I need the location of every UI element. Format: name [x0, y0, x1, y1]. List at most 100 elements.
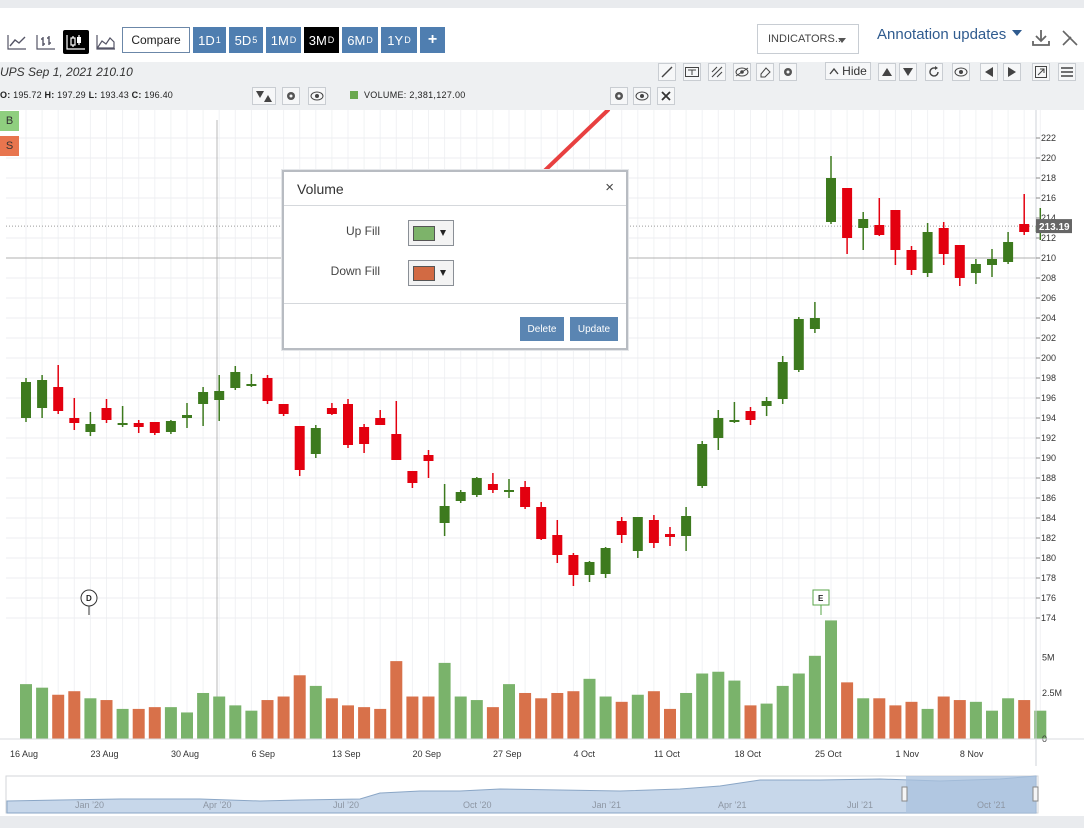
eraser-icon[interactable]: [756, 63, 774, 81]
period-label: 1Y: [387, 32, 404, 48]
indicators-dropdown[interactable]: INDICATORS...: [757, 24, 859, 54]
volume-bar: [760, 703, 773, 739]
volume-close-icon[interactable]: [657, 87, 675, 105]
download-icon[interactable]: [1031, 28, 1051, 53]
up-fill-color-picker[interactable]: [408, 220, 454, 246]
delete-button[interactable]: Delete: [520, 317, 564, 341]
candle-body: [858, 219, 869, 228]
move-down-icon[interactable]: [899, 63, 917, 81]
close-icon[interactable]: ×: [605, 179, 614, 196]
volume-bar: [873, 698, 886, 739]
candle-body: [455, 492, 466, 501]
move-up-icon[interactable]: [878, 63, 896, 81]
visibility-toggle-icon[interactable]: [733, 63, 751, 81]
volume-bar: [728, 680, 741, 739]
period-button-6m[interactable]: 6M D: [342, 27, 378, 53]
buy-button[interactable]: B: [0, 111, 19, 131]
trendline-tool-icon[interactable]: [658, 63, 676, 81]
more-menu-icon[interactable]: [1060, 28, 1080, 53]
date-tick-label: 30 Aug: [171, 749, 199, 759]
date-tick-label: 16 Aug: [10, 749, 38, 759]
scroll-left-icon[interactable]: [980, 63, 998, 81]
candle-body: [890, 210, 901, 250]
annotation-updates-menu[interactable]: Annotation updates: [877, 26, 1023, 43]
area-chart-icon[interactable]: [95, 32, 117, 52]
bar-chart-icon[interactable]: [35, 32, 57, 52]
export-image-icon[interactable]: [1032, 63, 1050, 81]
ohlc-readout: O: 195.72 H: 197.29 L: 193.43 C: 196.40: [0, 90, 173, 100]
eye-icon[interactable]: [952, 63, 970, 81]
candle-body: [826, 178, 836, 222]
volume-bar: [148, 707, 161, 739]
price-tick-label: 178: [1041, 573, 1056, 583]
date-tick-label: 4 Oct: [574, 749, 596, 759]
fibonacci-tool-icon[interactable]: [708, 63, 726, 81]
up-fill-label: Up Fill: [345, 224, 380, 238]
volume-eye-icon[interactable]: [633, 87, 651, 105]
candle-body: [793, 319, 804, 370]
candle-body: [375, 418, 386, 425]
top-strip: [0, 0, 1084, 8]
volume-gear-icon[interactable]: [610, 87, 628, 105]
volume-bar: [857, 698, 870, 739]
period-label: 6M: [347, 32, 366, 48]
menu-icon[interactable]: [1058, 63, 1076, 81]
volume-bar: [776, 685, 789, 739]
add-period-button[interactable]: +: [420, 27, 445, 53]
date-tick-label: 6 Sep: [252, 749, 276, 759]
scroll-right-icon[interactable]: [1003, 63, 1021, 81]
candle-body: [133, 423, 144, 427]
volume-bar: [937, 696, 950, 739]
price-tick-label: 216: [1041, 193, 1056, 203]
down-fill-label: Down Fill: [330, 264, 380, 278]
navigator-selection: [906, 776, 1036, 813]
price-tick-label: 194: [1041, 413, 1056, 423]
ohlc-open: 195.72: [13, 90, 42, 100]
candle-body: [214, 391, 225, 400]
line-chart-icon[interactable]: [6, 32, 28, 52]
refresh-icon[interactable]: [925, 63, 943, 81]
bottom-strip: [0, 816, 1084, 828]
period-button-5d[interactable]: 5D 5: [229, 27, 263, 53]
period-button-1d[interactable]: 1D 1: [193, 27, 226, 53]
volume-bar: [567, 691, 580, 739]
volume-bar: [245, 710, 258, 739]
period-button-1m[interactable]: 1M D: [266, 27, 301, 53]
date-tick-label: 23 Aug: [91, 749, 119, 759]
price-tick-label: 218: [1041, 173, 1056, 183]
sell-button[interactable]: S: [0, 136, 19, 156]
volume-bar: [470, 700, 483, 739]
compare-button[interactable]: Compare: [122, 27, 190, 53]
earnings-marker-label: E: [818, 594, 824, 603]
price-tick-label: 198: [1041, 373, 1056, 383]
candlestick-chart-icon[interactable]: [63, 30, 89, 54]
volume-bar: [841, 682, 854, 739]
dividend-marker-label: D: [86, 594, 92, 603]
period-button-1y[interactable]: 1Y D: [381, 27, 417, 53]
candle-body: [85, 424, 96, 432]
navigator-date-label: Oct ’21: [977, 800, 1006, 810]
volume-bar: [599, 696, 612, 739]
ohlc-close: 196.40: [144, 90, 173, 100]
sort-toggle-icon[interactable]: [252, 87, 276, 105]
text-tool-icon[interactable]: [683, 63, 701, 81]
down-fill-color-picker[interactable]: [408, 260, 454, 286]
period-button-3m[interactable]: 3M D: [304, 27, 339, 53]
volume-bar: [100, 700, 113, 739]
volume-bar: [551, 692, 564, 739]
update-button[interactable]: Update: [570, 317, 618, 341]
gear-icon[interactable]: [779, 63, 797, 81]
series-eye-icon[interactable]: [308, 87, 326, 105]
hide-button[interactable]: Hide: [825, 62, 871, 80]
price-tick-label: 204: [1041, 313, 1056, 323]
current-price-label: 213.19: [1039, 222, 1070, 233]
candle-body: [616, 521, 627, 535]
volume-bar: [486, 707, 499, 739]
candle-body: [21, 382, 31, 418]
series-gear-icon[interactable]: [282, 87, 300, 105]
price-tick-label: 184: [1041, 513, 1056, 523]
chart-info-bar: UPS Sep 1, 2021 210.10 Hide: [0, 62, 1084, 82]
candle-body: [278, 404, 289, 414]
volume-bar: [503, 684, 515, 739]
chevron-up-icon: [829, 67, 839, 75]
